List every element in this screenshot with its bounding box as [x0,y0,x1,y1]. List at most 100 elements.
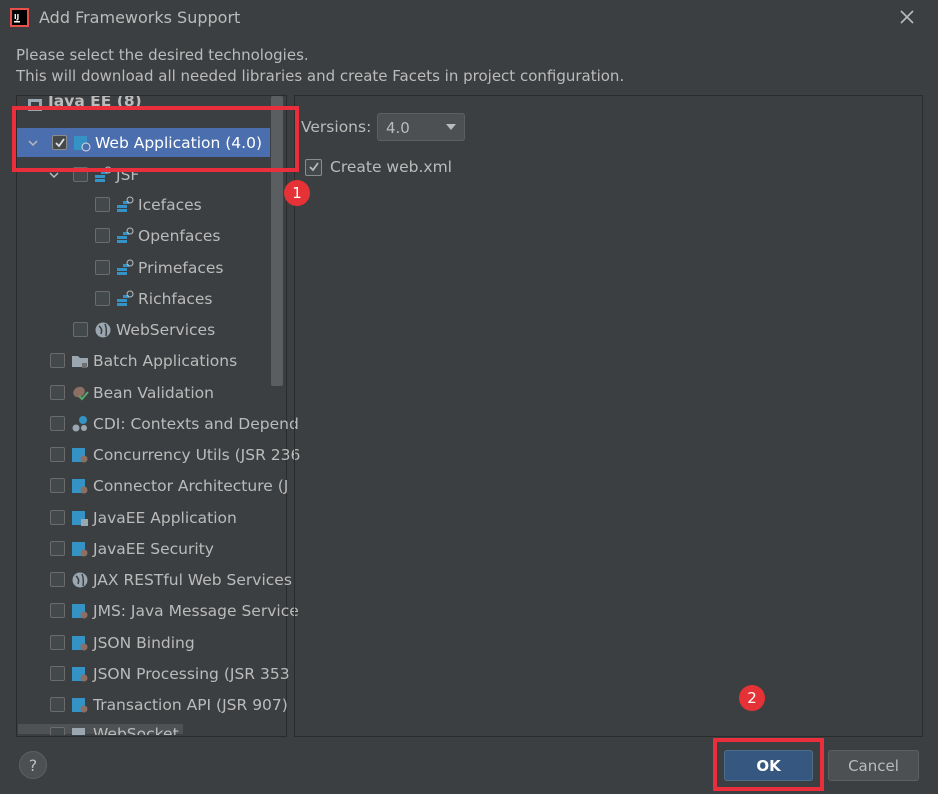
checkbox-jms[interactable] [50,603,65,618]
versions-label: Versions: [301,118,372,136]
tree-item-jax-restful[interactable]: JAX RESTful Web Services [50,565,292,594]
jsf-icon [117,259,134,275]
tree-item-json-processing[interactable]: JSON Processing (JSR 353 [50,659,290,688]
checkbox-icefaces[interactable] [95,197,110,212]
checkbox-primefaces[interactable] [95,260,110,275]
tree-item-label: Web Application (4.0) [95,133,262,152]
tree-item-jsf[interactable]: JSF [47,160,139,189]
help-button[interactable]: ? [19,751,47,779]
tree-item-label: JSON Processing (JSR 353 [93,664,290,683]
tree-item-openfaces[interactable]: Openfaces [95,221,221,250]
tree-item-richfaces[interactable]: Richfaces [95,284,213,313]
tree-item-javaee-security[interactable]: JavaEE Security [50,534,214,563]
checkbox-batch-applications[interactable] [50,353,65,368]
tree-item-bean-validation[interactable]: Bean Validation [50,378,214,407]
javaee-module-icon [72,478,88,493]
checkbox-concurrency-utils[interactable] [50,447,65,462]
tree-item-cdi[interactable]: CDI: Contexts and Depend [50,409,299,438]
globe-icon [95,322,111,337]
tree-item-label: Openfaces [138,226,221,245]
bean-validation-icon [73,386,89,400]
tree-item-label: Primefaces [138,258,224,277]
globe-icon [72,572,88,587]
tree-item-label: Connector Architecture (J [93,476,289,495]
checkbox-create-web-xml[interactable] [305,158,322,176]
versions-dropdown[interactable]: 4.0 [377,113,465,141]
folder-icon [72,355,88,368]
options-panel [294,95,923,737]
tree-item-label: Batch Applications [93,351,238,370]
annotation-badge-1: 1 [284,180,310,206]
tree-item-label: JAX RESTful Web Services [93,570,292,589]
tree-item-label: WebSocket [93,725,179,735]
tree-item-web-application[interactable]: Web Application (4.0) [17,128,270,157]
checkbox-json-processing[interactable] [50,666,65,681]
tree-item-label: JMS: Java Message Service [93,601,299,620]
tree-item-label: Transaction API (JSR 907) [93,695,288,714]
tree-vertical-scrollbar[interactable] [271,96,283,386]
jsf-icon [117,196,134,212]
checkbox-connector-architecture[interactable] [50,478,65,493]
cdi-icon [72,415,87,431]
ok-button[interactable]: OK [724,750,813,781]
svg-text:IJ: IJ [14,13,19,21]
checkbox-openfaces[interactable] [95,228,110,243]
window-title: Add Frameworks Support [39,8,241,27]
checkbox-web-application[interactable] [52,135,67,150]
jsf-icon [95,166,112,182]
web-app-icon [74,135,91,151]
tree-item-label: Richfaces [138,289,213,308]
tree-item-label: WebServices [116,320,216,339]
websocket-icon [72,728,85,735]
checkbox-json-binding[interactable] [50,635,65,650]
tree-item-concurrency-utils[interactable]: Concurrency Utils (JSR 236 [50,440,300,469]
intellij-logo-icon: IJ [10,8,29,27]
jsf-icon [117,290,134,306]
checkbox-jax-restful[interactable] [50,572,65,587]
tree-item-label: Concurrency Utils (JSR 236 [93,445,301,464]
tree-group-label: Java EE (8) [48,96,142,110]
chevron-down-icon[interactable] [47,168,61,182]
javaee-module-icon [72,603,88,618]
tree-item-icefaces[interactable]: Icefaces [95,190,202,219]
close-icon[interactable] [896,6,918,28]
versions-value: 4.0 [386,119,410,137]
checkbox-transaction-api[interactable] [50,697,65,712]
tree-item-label: CDI: Contexts and Depend [93,414,299,433]
checkbox-cdi[interactable] [50,416,65,431]
tree-item-transaction-api[interactable]: Transaction API (JSR 907) [50,690,288,719]
tree-item-primefaces[interactable]: Primefaces [95,253,223,282]
checkbox-richfaces[interactable] [95,291,110,306]
description-line-2: This will download all needed libraries … [16,67,625,85]
tree-item-label: JavaEE Application [93,508,237,527]
create-web-xml-label: Create web.xml [330,158,452,176]
cancel-button[interactable]: Cancel [828,750,919,781]
checkbox-jsf[interactable] [73,167,88,182]
checkbox-javaee-application[interactable] [50,510,65,525]
javaee-module-icon [72,447,88,462]
checkbox-bean-validation[interactable] [50,385,65,400]
tree-item-json-binding[interactable]: JSON Binding [50,628,195,657]
checkbox-webservices[interactable] [73,322,88,337]
tree-item-batch-applications[interactable]: Batch Applications [50,346,237,375]
javaee-module-icon [72,666,88,681]
tree-item-label: Bean Validation [93,383,214,402]
tree-item-websocket[interactable]: WebSocket [50,721,179,735]
tree-item-javaee-application[interactable]: JavaEE Application [50,503,237,532]
tree-item-connector-architecture[interactable]: Connector Architecture (J [50,471,288,500]
title-bar: IJ Add Frameworks Support [0,0,938,36]
checkbox-javaee-security[interactable] [50,541,65,556]
description-line-1: Please select the desired technologies. [16,46,309,64]
tree-item-label: JSF [116,165,140,184]
caret-down-icon [446,124,456,130]
create-web-xml-option[interactable]: Create web.xml [305,158,452,176]
javaee-group-icon [28,99,42,111]
tree-item-webservices[interactable]: WebServices [73,315,215,344]
chevron-down-icon[interactable] [26,136,40,150]
annotation-badge-2: 2 [739,685,765,711]
tree-item-label: JavaEE Security [93,539,214,558]
checkbox-websocket[interactable] [50,727,65,735]
tree-group-javaee[interactable]: Java EE (8) [26,96,142,118]
tree-item-jms[interactable]: JMS: Java Message Service [50,596,299,625]
javaee-module-icon [72,541,88,556]
